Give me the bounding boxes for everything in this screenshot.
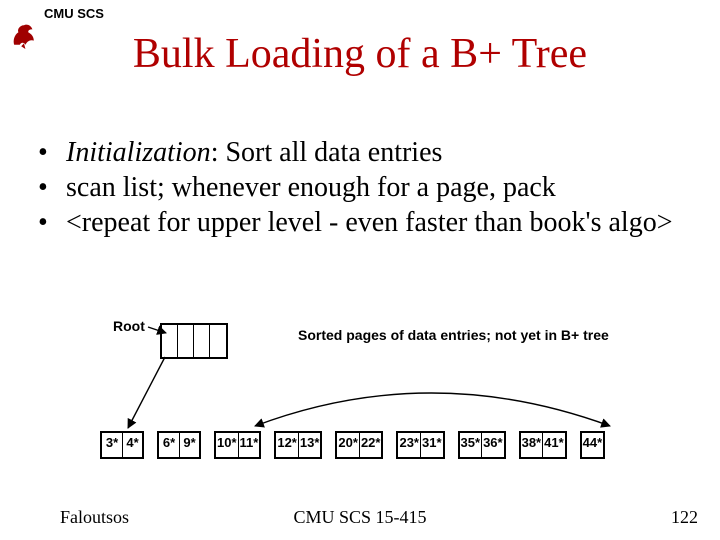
bullet-text: scan list; whenever enough for a page, p… — [66, 170, 688, 205]
root-slot — [162, 325, 178, 357]
leaf-entry: 3* — [102, 433, 122, 457]
leaf-entry: 23* — [398, 433, 420, 457]
leaf-entry: 22* — [359, 433, 382, 457]
root-slot — [178, 325, 194, 357]
leaf-entry: 31* — [420, 433, 443, 457]
bullet-emph: Initialization — [66, 137, 211, 168]
bullet-text: <repeat for upper level - even faster th… — [66, 205, 688, 240]
leaf-page: 44* — [580, 431, 606, 459]
slide-title: Bulk Loading of a B+ Tree — [0, 30, 720, 78]
leaf-page: 3*4* — [100, 431, 144, 459]
leaf-entry: 6* — [159, 433, 179, 457]
leaf-entry: 44* — [582, 433, 604, 457]
bullet-text: Initialization: Sort all data entries — [66, 135, 688, 170]
leaf-entry: 13* — [298, 433, 321, 457]
leaf-entry: 4* — [122, 433, 142, 457]
root-node — [160, 323, 228, 359]
bullet-item: • Initialization: Sort all data entries — [38, 135, 688, 170]
leaf-page: 38*41* — [519, 431, 567, 459]
leaf-entry: 9* — [179, 433, 199, 457]
bullet-rest: <repeat for upper level - even faster th… — [66, 207, 673, 238]
leaf-pages-row: 3*4* 6*9* 10*11* 12*13* 20*22* 23*31* 35*36* 38… — [100, 431, 605, 459]
btree-diagram: Root Sorted pages of data entries; not y… — [0, 318, 720, 498]
bullet-dot-icon: • — [38, 205, 66, 240]
header-course-label: CMU SCS — [44, 6, 104, 21]
leaf-page: 12*13* — [274, 431, 322, 459]
leaf-entry: 11* — [238, 433, 260, 457]
leaf-entry: 41* — [542, 433, 565, 457]
root-label: Root — [113, 318, 145, 334]
bullet-dot-icon: • — [38, 135, 66, 170]
bullet-item: • <repeat for upper level - even faster … — [38, 205, 688, 240]
leaf-page: 23*31* — [396, 431, 444, 459]
root-slot — [194, 325, 210, 357]
bullet-item: • scan list; whenever enough for a page,… — [38, 170, 688, 205]
leaf-entry: 38* — [521, 433, 543, 457]
bullet-list: • Initialization: Sort all data entries … — [38, 135, 688, 240]
leaf-entry: 35* — [460, 433, 482, 457]
footer-course: CMU SCS 15-415 — [0, 507, 720, 528]
bullet-dot-icon: • — [38, 170, 66, 205]
footer-page-number: 122 — [671, 507, 698, 528]
leaf-entry: 12* — [276, 433, 298, 457]
root-slot — [210, 325, 226, 357]
leaf-page: 6*9* — [157, 431, 201, 459]
diagram-arrows — [0, 318, 720, 498]
leaf-entry: 20* — [337, 433, 359, 457]
bullet-rest: scan list; whenever enough for a page, p… — [66, 172, 556, 203]
bullet-rest: : Sort all data entries — [211, 137, 443, 168]
leaf-entry: 36* — [481, 433, 504, 457]
leaf-page: 10*11* — [214, 431, 261, 459]
leaf-page: 35*36* — [458, 431, 506, 459]
sorted-pages-label: Sorted pages of data entries; not yet in… — [298, 327, 609, 343]
leaf-entry: 10* — [216, 433, 238, 457]
leaf-page: 20*22* — [335, 431, 383, 459]
